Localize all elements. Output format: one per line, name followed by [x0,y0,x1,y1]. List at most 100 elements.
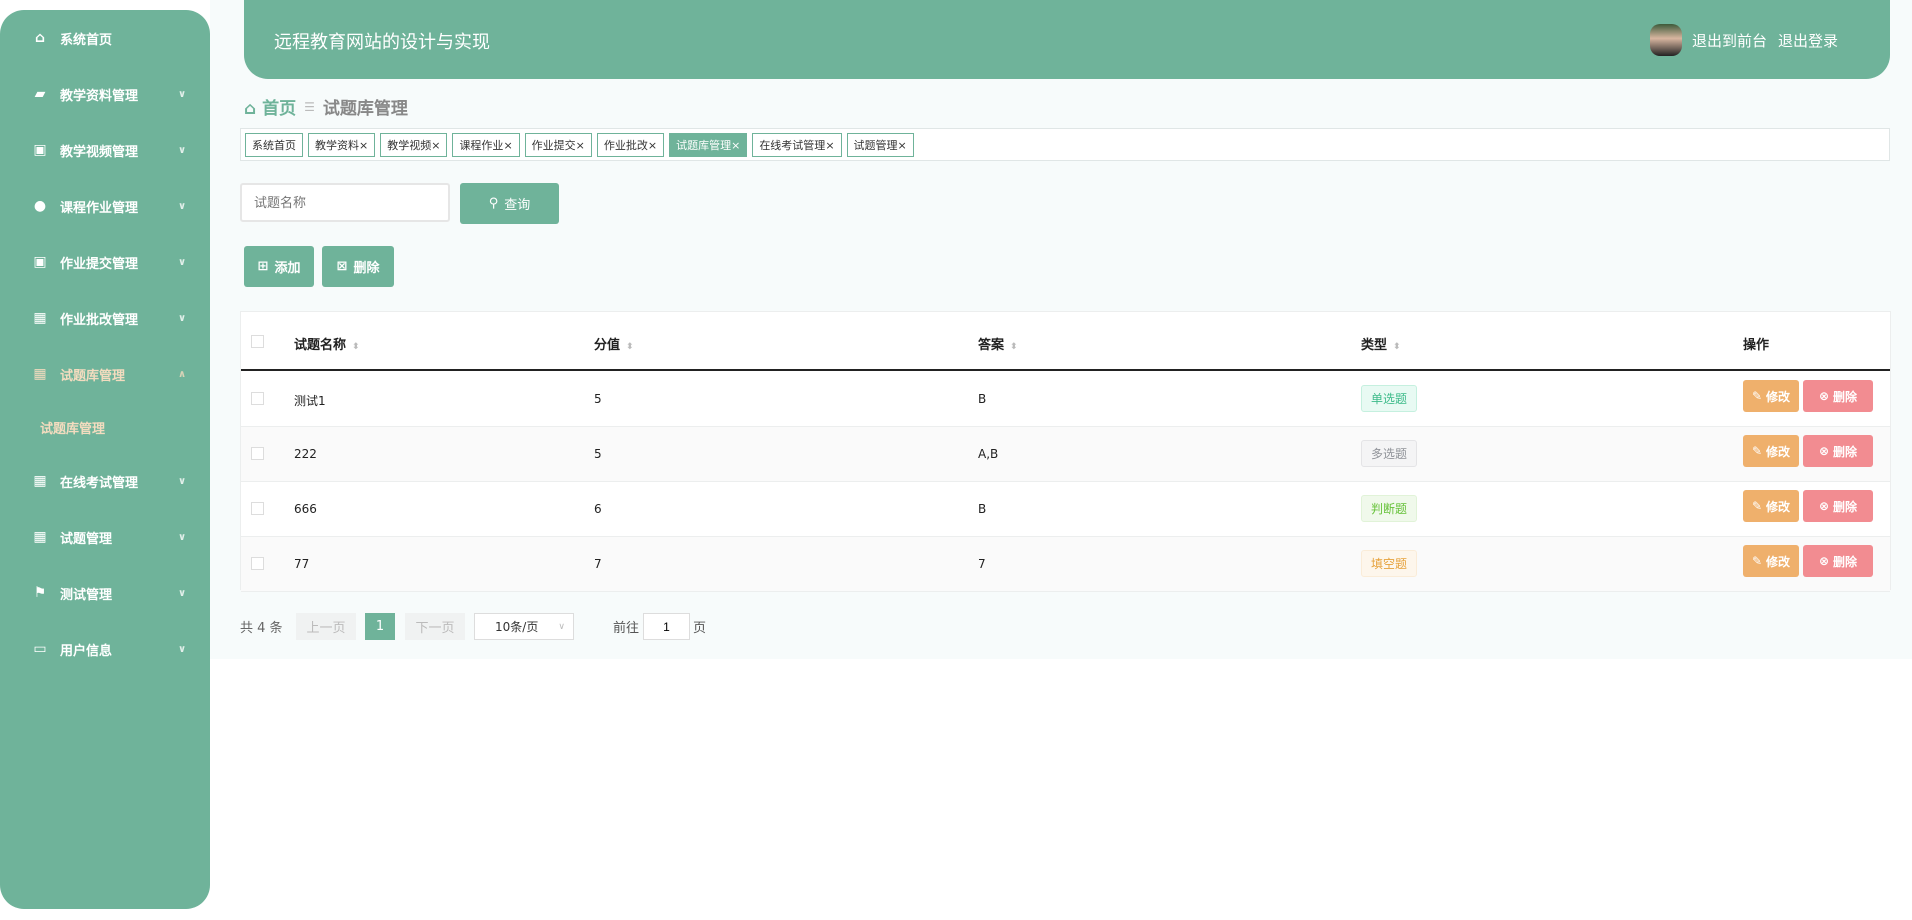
batch-delete-button[interactable]: ⊠ 删除 [322,246,394,287]
breadcrumb-current: 试题库管理 [322,99,408,119]
tab-label: 课程作业 [459,139,504,152]
tab-label: 教学视频 [387,139,432,152]
edit-label: 修改 [1766,444,1791,459]
edit-button[interactable]: ✎ 修改 [1743,545,1799,577]
sidebar-item-2[interactable]: ▣ 教学视频管理 ∨ [0,130,210,170]
type-tag: 判断题 [1361,495,1418,522]
page-1-button[interactable]: 1 [365,613,395,640]
tab-4[interactable]: 作业提交 × [524,133,592,157]
sidebar-item-8[interactable]: ▦ 在线考试管理 ∨ [0,461,210,501]
sidebar-item-1[interactable]: ▰ 教学资料管理 ∨ [0,74,210,114]
cell-name: 666 [294,502,317,516]
sidebar-item-5[interactable]: ▦ 作业批改管理 ∨ [0,298,210,338]
question-table: 试题名称 ⬍ 分值 ⬍ 答案 ⬍ 类型 ⬍ 操作 测试1 5 B 单选题 ✎ 修改 ⊗ 删除… [240,311,1891,592]
sidebar-item-0[interactable]: ⌂ 系统首页 [0,18,210,58]
edit-button[interactable]: ✎ 修改 [1743,435,1799,467]
delete-button[interactable]: ⊗ 删除 [1803,380,1873,412]
sidebar-item-label: 试题库管理 [60,368,126,384]
tab-7[interactable]: 在线考试管理 × [752,133,842,157]
cell-answer: B [978,392,987,406]
column-header-answer[interactable]: 答案 ⬍ [978,334,1018,353]
table-row: 77 7 7 填空题 ✎ 修改 ⊗ 删除 [241,537,1890,592]
goto-page-input[interactable] [643,613,690,640]
delete-button[interactable]: ⊗ 删除 [1803,435,1873,467]
sidebar-item-9[interactable]: ▦ 试题管理 ∨ [0,517,210,557]
sidebar-item-10[interactable]: ⚑ 测试管理 ∨ [0,573,210,613]
delete-button[interactable]: ⊗ 删除 [1803,545,1873,577]
sidebar-item-6[interactable]: ▦ 试题库管理 ∧ [0,354,210,394]
row-checkbox[interactable] [251,447,264,460]
column-header-score[interactable]: 分值 ⬍ [594,334,634,353]
row-checkbox[interactable] [251,502,264,515]
edit-label: 修改 [1766,389,1791,404]
sidebar-item-label: 作业提交管理 [60,256,139,272]
close-icon[interactable]: × [503,139,512,152]
type-tag: 单选题 [1361,385,1418,412]
close-circle-icon: ⊗ [1818,554,1830,568]
close-icon[interactable]: × [825,139,834,152]
back-to-frontend-link[interactable]: 退出到前台 [1692,30,1767,51]
tab-8[interactable]: 试题管理 × [846,133,914,157]
close-icon[interactable]: × [898,139,907,152]
delete-button[interactable]: ⊗ 删除 [1803,490,1873,522]
column-header-type[interactable]: 类型 ⬍ [1361,334,1401,353]
sidebar-item-7[interactable]: 试题库管理 [40,407,210,447]
chevron-down-icon: ∨ [178,587,187,599]
breadcrumb-home[interactable]: ⌂ 首页 [244,94,296,119]
sort-icon: ⬍ [352,342,360,352]
breadcrumb: ⌂ 首页 ☰ 试题库管理 [244,94,408,119]
sidebar-item-3[interactable]: ● 课程作业管理 ∨ [0,186,210,226]
sidebar-item-4[interactable]: ▣ 作业提交管理 ∨ [0,242,210,282]
sidebar-item-11[interactable]: ▭ 用户信息 ∨ [0,629,210,669]
edit-button[interactable]: ✎ 修改 [1743,490,1799,522]
close-icon[interactable]: × [576,139,585,152]
page-size-value: 10条/页 [495,620,539,634]
tab-0[interactable]: 系统首页 [245,133,303,157]
wallet-icon: ▰ [34,86,46,102]
close-icon[interactable]: × [648,139,657,152]
avatar [1650,24,1682,56]
chevron-down-icon: ∨ [178,475,187,487]
app-title: 远程教育网站的设计与实现 [274,32,490,53]
tab-5[interactable]: 作业批改 × [596,133,665,157]
tab-3[interactable]: 课程作业 × [452,133,520,157]
add-button[interactable]: ⊞ 添加 [244,246,314,287]
column-header-name[interactable]: 试题名称 ⬍ [294,334,360,353]
tab-2[interactable]: 教学视频 × [380,133,448,157]
chevron-down-icon: ∨ [178,643,187,655]
column-type-label: 类型 [1361,338,1388,353]
cell-answer: A,B [978,447,999,461]
breadcrumb-separator: ☰ [304,99,315,114]
select-all-checkbox[interactable] [251,335,264,348]
delete-label: 删除 [1833,554,1858,569]
tab-6[interactable]: 试题库管理 × [669,133,748,157]
search-icon: ⚲ [488,196,499,211]
edit-icon: ✎ [1751,389,1763,403]
close-circle-icon: ⊗ [1818,499,1830,513]
x-square-icon: ⊠ [336,259,348,274]
tab-label: 在线考试管理 [759,139,826,152]
cell-answer: B [978,502,987,516]
sidebar: ⌂ 系统首页 ▰ 教学资料管理 ∨ ▣ 教学视频管理 ∨ ● 课程作业管理 ∨ ▣ 作业提交管理 ∨ ▦ 作业… [0,10,210,909]
row-checkbox[interactable] [251,392,264,405]
sort-icon: ⬍ [1393,342,1401,352]
sidebar-item-label: 试题管理 [60,531,113,547]
close-icon[interactable]: × [431,139,440,152]
sidebar-item-label: 在线考试管理 [60,475,139,491]
close-icon[interactable]: × [359,139,368,152]
close-icon[interactable]: × [731,139,740,152]
prev-page-button[interactable]: 上一页 [296,613,356,640]
search-button[interactable]: ⚲ 查询 [460,183,559,224]
edit-button[interactable]: ✎ 修改 [1743,380,1799,412]
close-circle-icon: ⊗ [1818,444,1830,458]
page-size-select[interactable]: 10条/页 ∨ [474,613,574,640]
plus-square-icon: ⊞ [257,259,269,274]
type-tag: 多选题 [1361,440,1418,467]
logout-link[interactable]: 退出登录 [1778,30,1838,51]
tab-label: 作业提交 [531,139,576,152]
row-checkbox[interactable] [251,557,264,570]
tab-1[interactable]: 教学资料 × [308,133,376,157]
question-name-search-input[interactable] [240,183,450,222]
grid-icon: ▦ [33,473,47,489]
next-page-button[interactable]: 下一页 [405,613,465,640]
